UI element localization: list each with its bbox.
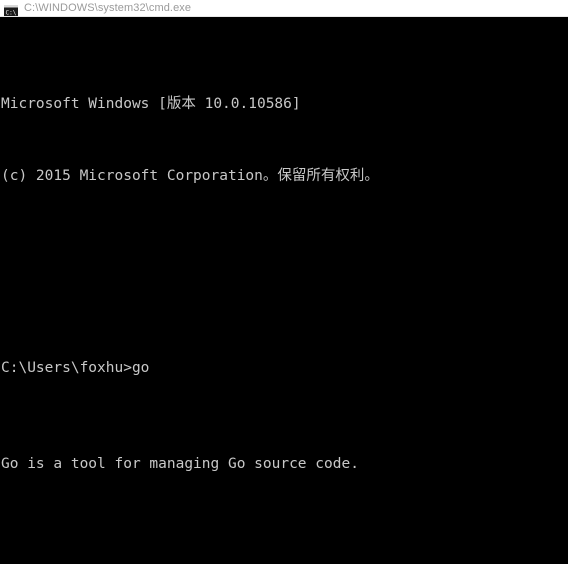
window-titlebar[interactable]: C:\ C:\WINDOWS\system32\cmd.exe [0, 0, 568, 17]
banner-line-copyright: (c) 2015 Microsoft Corporation。保留所有权利。 [1, 168, 379, 184]
banner-line-version: Microsoft Windows [版本 10.0.10586] [1, 96, 301, 112]
prompt-line: C:\Users\foxhu>go [1, 356, 568, 380]
prompt-path: C:\Users\foxhu> [1, 360, 132, 376]
intro-line: Go is a tool for managing Go source code… [1, 456, 359, 472]
typed-command: go [131, 360, 150, 376]
svg-text:C:\: C:\ [6, 10, 17, 17]
cmd-window: C:\ C:\WINDOWS\system32\cmd.exe Microsof… [0, 0, 568, 564]
window-title: C:\WINDOWS\system32\cmd.exe [24, 2, 192, 14]
cmd-console-icon: C:\ [4, 2, 18, 17]
terminal-output[interactable]: Microsoft Windows [版本 10.0.10586] (c) 20… [0, 18, 568, 564]
